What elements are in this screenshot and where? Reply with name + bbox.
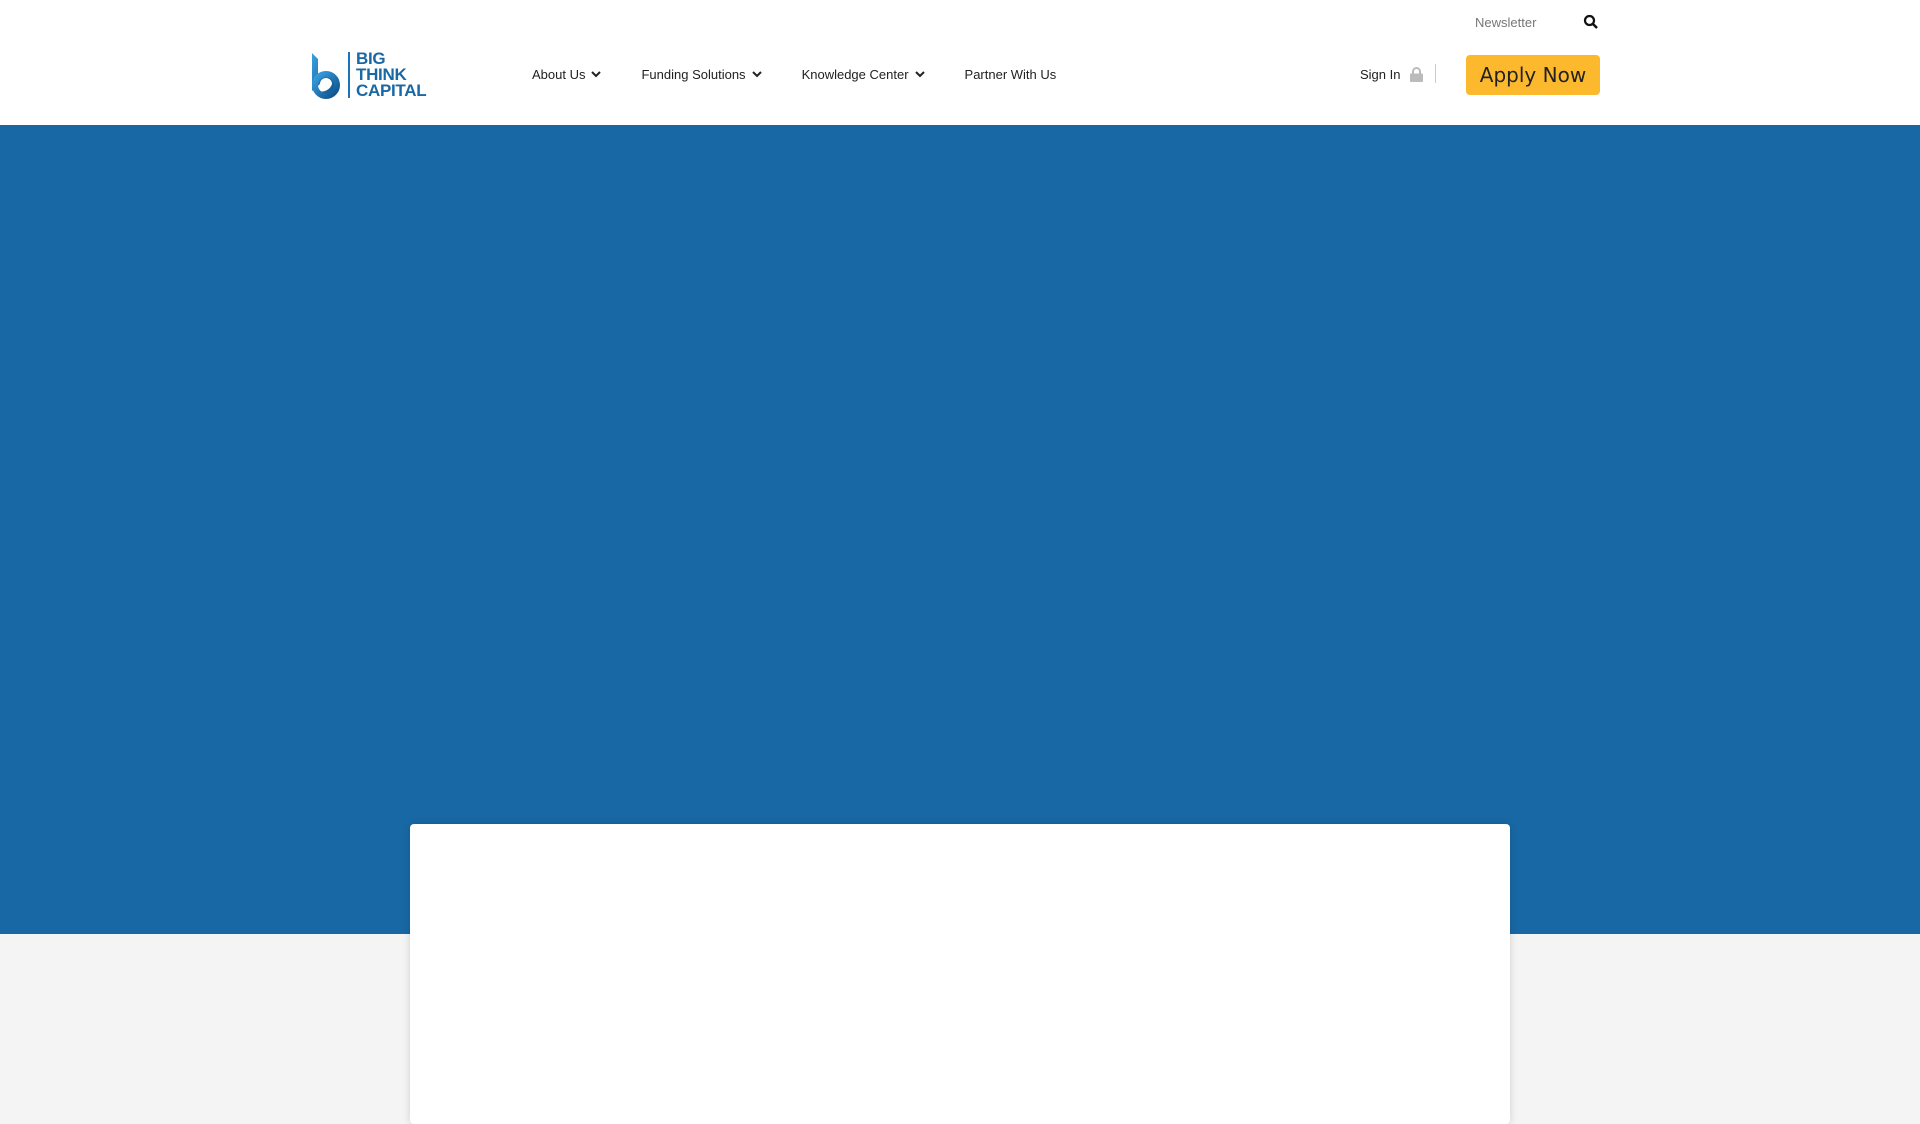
header-divider <box>1435 64 1436 83</box>
logo-line: CAPITAL <box>356 81 427 100</box>
nav-label: Knowledge Center <box>801 67 909 82</box>
chevron-down-icon <box>914 71 925 78</box>
logo-mark-icon <box>312 53 340 99</box>
sign-in-link[interactable]: Sign In <box>1360 67 1424 82</box>
nav-label: About Us <box>532 67 586 82</box>
search-icon[interactable] <box>1582 13 1600 31</box>
logo-divider <box>348 52 350 98</box>
nav-label: Partner With Us <box>964 67 1057 82</box>
nav-funding-solutions[interactable]: Funding Solutions <box>641 67 762 82</box>
lock-icon <box>1410 67 1424 82</box>
nav-about-us[interactable]: About Us <box>532 67 602 82</box>
logo-text: BIG THINK CAPITAL <box>356 50 427 100</box>
chevron-down-icon <box>591 71 602 78</box>
apply-now-button[interactable]: Apply Now <box>1466 55 1600 95</box>
nav-label: Funding Solutions <box>641 67 746 82</box>
site-header: Newsletter BIG THINK CAPITAL About Us Fu… <box>0 0 1920 125</box>
main-nav: About Us Funding Solutions Knowledge Cen… <box>532 67 1096 82</box>
chevron-down-icon <box>751 71 762 78</box>
content-card <box>410 824 1510 1124</box>
nav-partner-with-us[interactable]: Partner With Us <box>965 67 1057 82</box>
nav-knowledge-center[interactable]: Knowledge Center <box>802 67 925 82</box>
sign-in-label: Sign In <box>1360 67 1401 82</box>
newsletter-link[interactable]: Newsletter <box>1475 15 1536 30</box>
logo[interactable]: BIG THINK CAPITAL <box>310 50 427 100</box>
hero-banner <box>0 125 1920 934</box>
